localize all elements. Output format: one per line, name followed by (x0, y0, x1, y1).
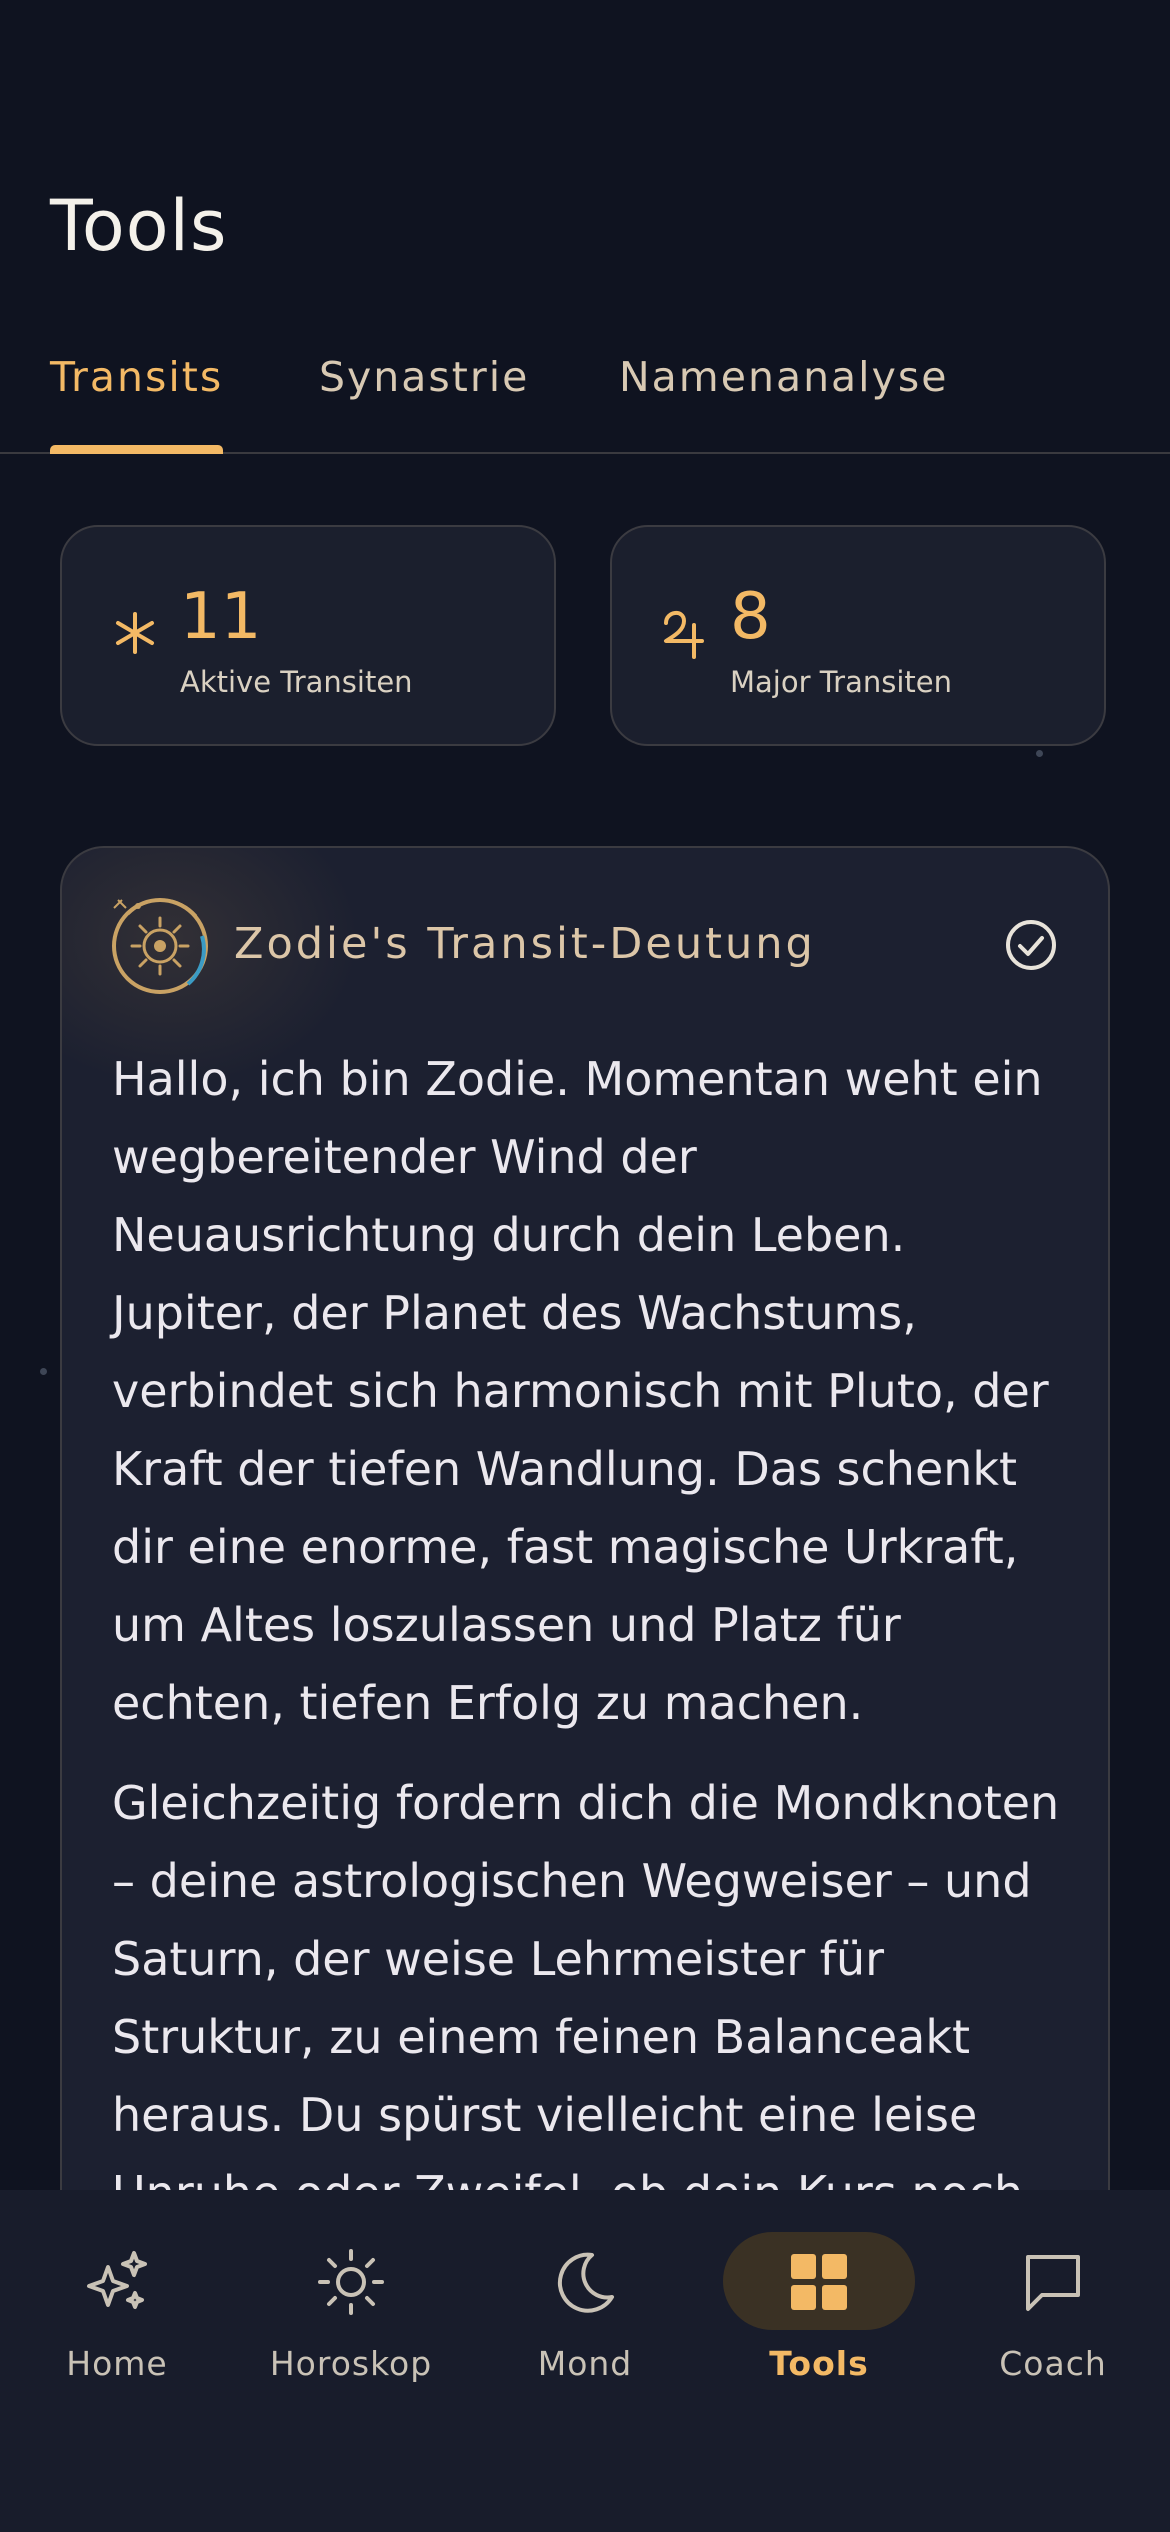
check-circle-icon (1004, 918, 1058, 972)
sparkle-asterisk-icon (110, 603, 160, 663)
active-tab-indicator (50, 445, 224, 454)
tab-namenanalyse-label: Namenanalyse (619, 353, 949, 401)
paragraph: Gleichzeitig fordern dich die Mondknoten… (112, 1776, 1060, 2220)
page-title: Tools (50, 185, 228, 267)
card-title: Zodie's Transit-Deutung (234, 919, 816, 969)
nav-item-tools[interactable]: Tools (702, 2190, 936, 2440)
nav-label: Home (66, 2344, 168, 2383)
stat-label: Major Transiten (730, 665, 953, 699)
tab-synastrie[interactable]: Synastrie (319, 344, 529, 450)
grid-icon (779, 2242, 859, 2322)
paragraph: Hallo, ich bin Zodie. Momentan weht ein … (112, 1052, 1049, 1730)
nav-label: Mond (537, 2344, 633, 2383)
decorative-dot (40, 1368, 47, 1375)
sparkles-icon (77, 2242, 157, 2322)
tab-namenanalyse[interactable]: Namenanalyse (619, 344, 948, 450)
nav-item-coach[interactable]: Coach (936, 2190, 1170, 2440)
jupiter-symbol-icon (660, 603, 710, 663)
tab-bar: Transits Synastrie Namenanalyse (0, 344, 1170, 454)
moon-icon (545, 2242, 625, 2322)
tab-transits-label: Transits (50, 353, 224, 401)
nav-label: Horoskop (269, 2344, 433, 2383)
nav-label: Coach (999, 2344, 1107, 2383)
decorative-dot (1036, 750, 1043, 757)
nav-item-horoskop[interactable]: Horoskop (234, 2190, 468, 2440)
stat-value: 8 (730, 580, 771, 654)
tab-synastrie-label: Synastrie (319, 353, 530, 401)
nav-item-home[interactable]: Home (0, 2190, 234, 2440)
stat-label: Aktive Transiten (180, 665, 413, 699)
sun-icon (311, 2242, 391, 2322)
transit-interpretation-card: Zodie's Transit-Deutung Hallo, ich bin Z… (60, 846, 1110, 2246)
interpretation-text: Hallo, ich bin Zodie. Momentan weht ein … (112, 1040, 1072, 2244)
nav-item-mond[interactable]: Mond (468, 2190, 702, 2440)
nav-label: Tools (769, 2344, 869, 2383)
bottom-navigation: Home Horoskop Mond Tools Coach (0, 2190, 1170, 2532)
zodie-sun-emblem-icon (108, 892, 212, 996)
stat-card-major-transits[interactable]: 8 Major Transiten (610, 525, 1106, 746)
stat-card-active-transits[interactable]: 11 Aktive Transiten (60, 525, 556, 746)
chat-bubble-icon (1013, 2242, 1093, 2322)
stat-value: 11 (180, 580, 262, 654)
tab-transits[interactable]: Transits (50, 344, 224, 454)
